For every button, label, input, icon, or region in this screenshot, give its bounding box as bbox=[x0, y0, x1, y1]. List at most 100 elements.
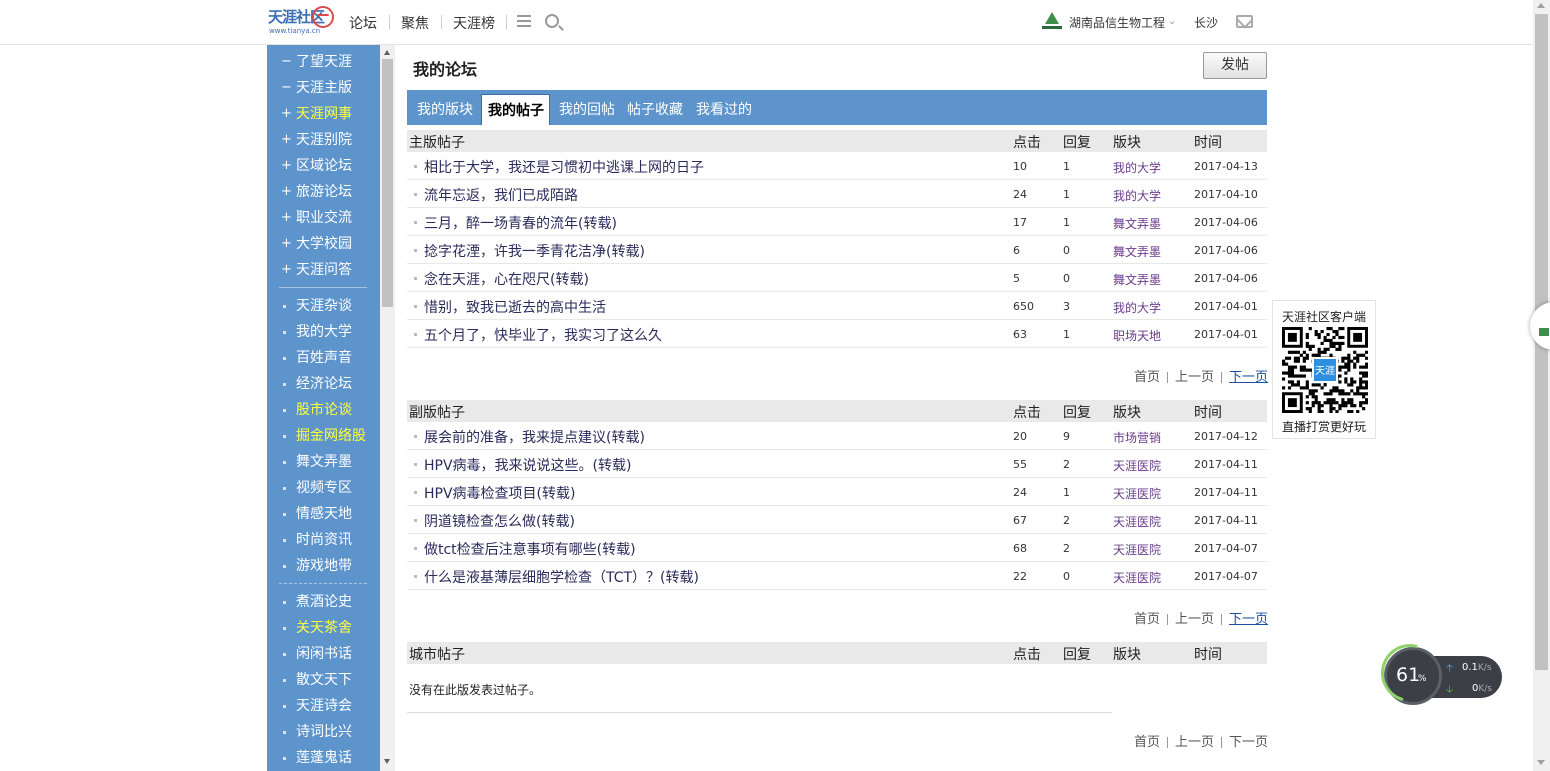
nav-focus[interactable]: 聚焦 bbox=[401, 13, 429, 33]
chevron-down-icon[interactable]: ⌄ bbox=[1168, 16, 1176, 27]
sidebar-item[interactable]: − 天涯主版 bbox=[267, 75, 380, 101]
post-title-link[interactable]: 相比于大学，我还是习惯初中逃课上网的日子 bbox=[424, 157, 704, 177]
qr-module bbox=[1299, 353, 1303, 357]
post-title-link[interactable]: 三月，醉一场青春的流年(转载) bbox=[424, 213, 617, 233]
tianya-logo[interactable]: 天涯社区 www.tianya.cn bbox=[268, 6, 336, 38]
tab-favorites[interactable]: 帖子收藏 bbox=[627, 99, 683, 119]
post-title-link[interactable]: 阴道镜检查怎么做(转载) bbox=[424, 511, 575, 531]
board-link[interactable]: 舞文弄墨 bbox=[1113, 215, 1161, 232]
sidebar-item[interactable]: 舞文弄墨 bbox=[267, 449, 380, 475]
mail-icon[interactable] bbox=[1236, 15, 1253, 28]
sidebar-item[interactable]: 闲闲书话 bbox=[267, 641, 380, 667]
board-link[interactable]: 市场营销 bbox=[1113, 429, 1161, 446]
expand-plus-icon[interactable]: + bbox=[281, 127, 292, 153]
expand-plus-icon[interactable]: + bbox=[281, 179, 292, 205]
sidebar-item[interactable]: + 大学校园 bbox=[267, 231, 380, 257]
scroll-down-arrow-icon[interactable] bbox=[384, 759, 390, 764]
post-title-link[interactable]: 展会前的准备，我来提点建议(转载) bbox=[424, 427, 645, 447]
sidebar-item[interactable]: + 天涯网事 bbox=[267, 101, 380, 127]
board-link[interactable]: 天涯医院 bbox=[1113, 485, 1161, 502]
sidebar-item[interactable]: 天涯杂谈 bbox=[267, 293, 380, 319]
page-scrollbar[interactable] bbox=[1533, 0, 1550, 771]
post-title-link[interactable]: 五个月了，快毕业了，我实习了这么久 bbox=[424, 325, 662, 345]
pager-next[interactable]: 下一页 bbox=[1229, 612, 1268, 627]
tab-my-replies[interactable]: 我的回帖 bbox=[559, 99, 615, 119]
scrollbar-thumb[interactable] bbox=[382, 59, 393, 307]
post-title-link[interactable]: 流年忘返，我们已成陌路 bbox=[424, 185, 578, 205]
post-title-link[interactable]: HPV病毒，我来说说这些。(转载) bbox=[424, 455, 631, 475]
sidebar-item[interactable]: 股市论谈 bbox=[267, 397, 380, 423]
expand-plus-icon[interactable]: + bbox=[281, 153, 292, 179]
expand-plus-icon[interactable]: + bbox=[281, 257, 292, 283]
expand-plus-icon[interactable]: + bbox=[281, 231, 292, 257]
board-link[interactable]: 职场天地 bbox=[1113, 327, 1161, 344]
sidebar-item[interactable]: 莲蓬鬼话 bbox=[267, 745, 380, 771]
post-title-link[interactable]: 什么是液基薄层细胞学检查（TCT）？(转载) bbox=[424, 567, 699, 587]
sidebar-item[interactable]: + 区域论坛 bbox=[267, 153, 380, 179]
menu-icon[interactable] bbox=[517, 15, 531, 27]
qr-module bbox=[1365, 362, 1368, 366]
scroll-down-arrow-icon[interactable] bbox=[1537, 760, 1545, 765]
pager-prev[interactable]: 上一页 bbox=[1175, 612, 1214, 627]
nav-forum[interactable]: 论坛 bbox=[349, 13, 377, 33]
post-button[interactable]: 发帖 bbox=[1203, 52, 1267, 79]
sidebar-item[interactable]: + 天涯问答 bbox=[267, 257, 380, 283]
pager-next[interactable]: 下一页 bbox=[1229, 370, 1268, 385]
pager-next[interactable]: 下一页 bbox=[1229, 735, 1268, 750]
nav-ranking[interactable]: 天涯榜 bbox=[453, 13, 495, 33]
sidebar-item[interactable]: 游戏地带 bbox=[267, 553, 380, 579]
tab-my-boards[interactable]: 我的版块 bbox=[417, 99, 473, 119]
board-link[interactable]: 我的大学 bbox=[1113, 299, 1161, 316]
pager-prev[interactable]: 上一页 bbox=[1175, 735, 1214, 750]
pager-first[interactable]: 首页 bbox=[1134, 735, 1160, 750]
board-link[interactable]: 我的大学 bbox=[1113, 187, 1161, 204]
sidebar-item[interactable]: + 旅游论坛 bbox=[267, 179, 380, 205]
org-name[interactable]: 湖南品信生物工程 bbox=[1069, 14, 1165, 31]
expand-plus-icon[interactable]: + bbox=[281, 101, 292, 127]
board-link[interactable]: 天涯医院 bbox=[1113, 569, 1161, 586]
sidebar-scrollbar[interactable] bbox=[380, 45, 395, 771]
sidebar-item[interactable]: 时尚资讯 bbox=[267, 527, 380, 553]
collapse-minus-icon[interactable]: − bbox=[281, 49, 292, 75]
sidebar-item[interactable]: − 了望天涯 bbox=[267, 49, 380, 75]
board-link[interactable]: 天涯医院 bbox=[1113, 457, 1161, 474]
search-icon[interactable] bbox=[545, 14, 559, 28]
sidebar-item-label: 闲闲书话 bbox=[296, 646, 352, 662]
sidebar-item[interactable]: 关天茶舍 bbox=[267, 615, 380, 641]
sidebar-item[interactable]: 天涯诗会 bbox=[267, 693, 380, 719]
net-speed-widget[interactable]: 🡡 0.1K/s 🡣 0K/s 61 % bbox=[1370, 633, 1503, 713]
sidebar-item[interactable]: 我的大学 bbox=[267, 319, 380, 345]
expand-plus-icon[interactable]: + bbox=[281, 205, 292, 231]
board-link[interactable]: 舞文弄墨 bbox=[1113, 243, 1161, 260]
board-link[interactable]: 天涯医院 bbox=[1113, 541, 1161, 558]
board-link[interactable]: 舞文弄墨 bbox=[1113, 271, 1161, 288]
sidebar-item[interactable]: + 职业交流 bbox=[267, 205, 380, 231]
sidebar-item[interactable]: 诗词比兴 bbox=[267, 719, 380, 745]
pager-prev[interactable]: 上一页 bbox=[1175, 370, 1214, 385]
sidebar-item[interactable]: 百姓声音 bbox=[267, 345, 380, 371]
tab-history[interactable]: 我看过的 bbox=[696, 99, 752, 119]
city-link[interactable]: 长沙 bbox=[1194, 14, 1218, 31]
board-link[interactable]: 我的大学 bbox=[1113, 159, 1161, 176]
scroll-up-arrow-icon[interactable] bbox=[384, 50, 390, 55]
tab-my-posts[interactable]: 我的帖子 bbox=[481, 94, 550, 125]
sidebar-item[interactable]: + 天涯别院 bbox=[267, 127, 380, 153]
collapse-minus-icon[interactable]: − bbox=[281, 75, 292, 101]
post-title-link[interactable]: HPV病毒检查项目(转载) bbox=[424, 483, 575, 503]
qr-module bbox=[1299, 374, 1303, 378]
app-qr-panel[interactable]: 天涯社区客户端 天涯 直播打赏更好玩 bbox=[1272, 300, 1376, 439]
sidebar-item[interactable]: 经济论坛 bbox=[267, 371, 380, 397]
scroll-up-arrow-icon[interactable] bbox=[1537, 3, 1545, 8]
sidebar-item[interactable]: 视频专区 bbox=[267, 475, 380, 501]
post-title-link[interactable]: 念在天涯，心在咫尺(转载) bbox=[424, 269, 589, 289]
board-link[interactable]: 天涯医院 bbox=[1113, 513, 1161, 530]
post-title-link[interactable]: 做tct检查后注意事项有哪些(转载) bbox=[424, 539, 636, 559]
pager-first[interactable]: 首页 bbox=[1134, 612, 1160, 627]
sidebar-item[interactable]: 散文天下 bbox=[267, 667, 380, 693]
sidebar-item[interactable]: 煮酒论史 bbox=[267, 589, 380, 615]
sidebar-item[interactable]: 情感天地 bbox=[267, 501, 380, 527]
post-title-link[interactable]: 惜别，致我已逝去的高中生活 bbox=[424, 297, 606, 317]
post-title-link[interactable]: 捻字花湮，许我一季青花洁净(转载) bbox=[424, 241, 645, 261]
pager-first[interactable]: 首页 bbox=[1134, 370, 1160, 385]
sidebar-item[interactable]: 掘金网络股 bbox=[267, 423, 380, 449]
